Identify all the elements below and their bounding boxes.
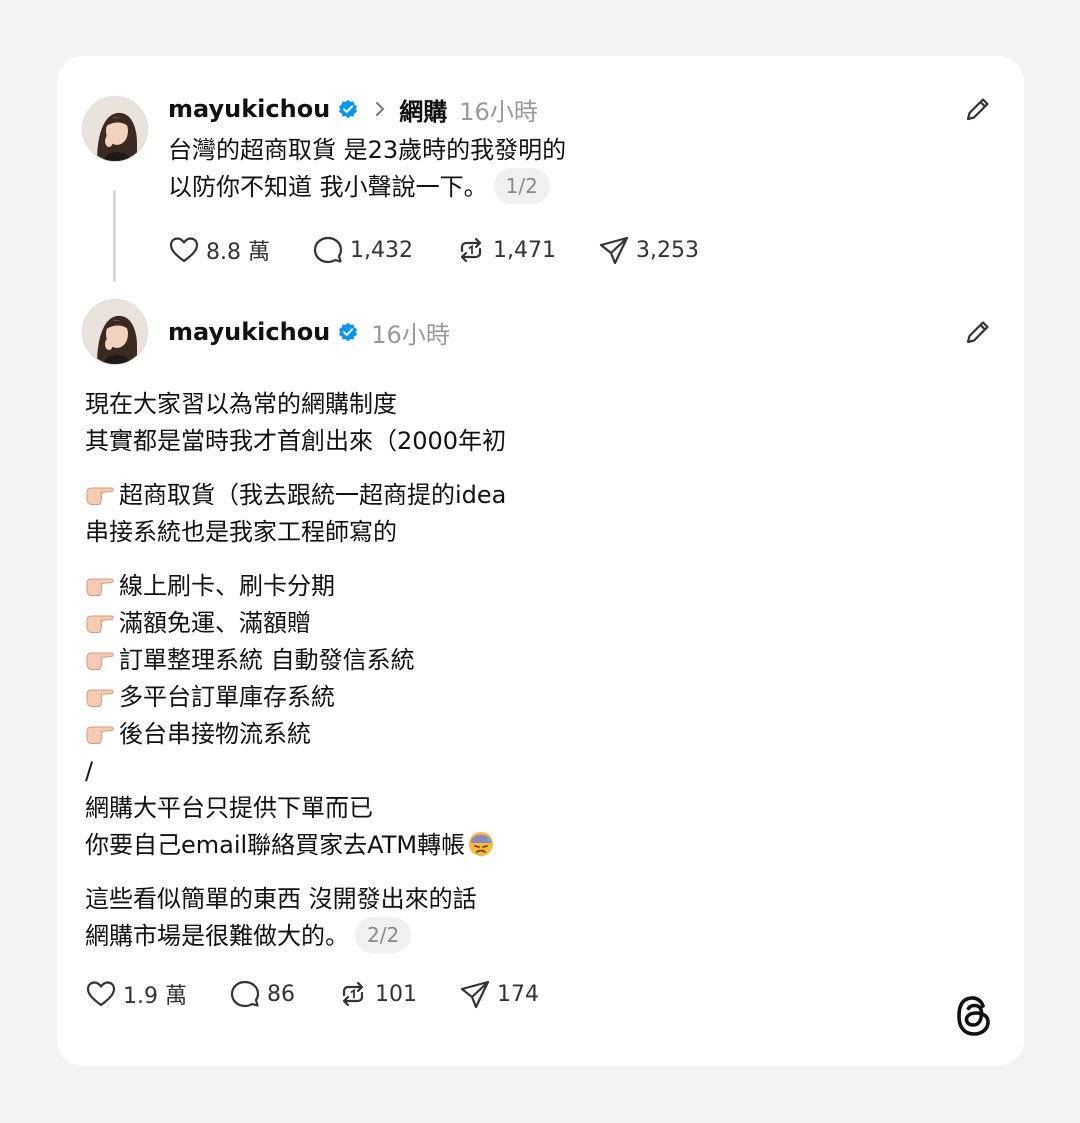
edit-icon[interactable]	[963, 94, 993, 124]
post1-actions: 8.8 萬 1,432 1,471 3,253	[168, 234, 741, 266]
share-button[interactable]: 3,253	[598, 234, 699, 266]
bullet-line: 訂單整理系統 自動發信系統	[85, 642, 506, 679]
bullet-text: 後台串接物流系統	[119, 720, 311, 748]
bullet-line: 超商取貨（我去跟統一超商提的idea	[85, 477, 506, 514]
page-badge: 1/2	[493, 168, 550, 204]
comment-count: 86	[266, 981, 295, 1007]
body-line: 你要自己email聯絡買家去ATM轉帳	[85, 831, 466, 859]
bullet-text: 超商取貨（我去跟統一超商提的idea	[119, 481, 507, 509]
body-line-with-badge: 網購市場是很難做大的。 2/2	[85, 917, 506, 955]
share-icon	[460, 980, 490, 1009]
pointing-hand-emoji	[86, 487, 114, 505]
pointing-hand-emoji	[86, 689, 114, 707]
verified-icon	[339, 99, 358, 119]
threads-logo	[957, 996, 990, 1036]
share-count: 174	[496, 981, 539, 1007]
avatar[interactable]	[82, 96, 148, 162]
edit-icon[interactable]	[963, 317, 993, 347]
pointing-hand-emoji	[86, 726, 114, 744]
post2-actions: 1.9 萬 86 101 174	[85, 978, 581, 1010]
post-time: 16小時	[371, 320, 450, 349]
like-count: 1.9 萬	[123, 984, 187, 1009]
post1-body: 台灣的超商取貨 是23歲時的我發明的 以防你不知道 我小聲說一下。 1/2	[168, 132, 566, 206]
pointing-hand-emoji	[86, 652, 114, 670]
post-time: 16小時	[459, 97, 538, 126]
body-line: /	[85, 757, 94, 785]
comment-count: 1,432	[349, 237, 413, 263]
body-line: 網購市場是很難做大的。	[85, 922, 349, 950]
comment-button[interactable]: 1,432	[312, 234, 413, 266]
bullet-text: 線上刷卡、刷卡分期	[119, 572, 335, 600]
body-line-with-badge: 以防你不知道 我小聲說一下。 1/2	[168, 168, 566, 206]
share-count: 3,253	[635, 237, 699, 263]
paragraph: 現在大家習以為常的網購制度 其實都是當時我才首創出來（2000年初	[85, 386, 506, 460]
repost-icon	[342, 981, 364, 1007]
comment-button[interactable]: 86	[229, 978, 295, 1010]
username[interactable]: mayukichou	[168, 318, 330, 346]
bullet-text: 訂單整理系統 自動發信系統	[119, 646, 415, 674]
like-button[interactable]: 8.8 萬	[168, 234, 270, 266]
bullet-text: 滿額免運、滿額贈	[119, 609, 311, 637]
paragraph: 這些看似簡單的東西 沒開發出來的話 網購市場是很難做大的。 2/2	[85, 881, 506, 955]
verified-icon	[339, 322, 358, 342]
comment-icon	[313, 236, 343, 264]
body-line: 現在大家習以為常的網購制度	[85, 390, 397, 418]
bullet-line: 線上刷卡、刷卡分期	[85, 568, 506, 605]
body-line: 以防你不知道 我小聲說一下。	[168, 173, 488, 201]
bullet-line: 多平台訂單庫存系統	[85, 679, 506, 716]
sweat-face-emoji	[469, 832, 494, 856]
thread-card: mayukichou 網購 16小時 台灣的超商取貨 是23歲時的我發明的 以防…	[57, 56, 1024, 1066]
bullet-line: 後台串接物流系統	[85, 716, 506, 753]
body-line: 串接系統也是我家工程師寫的	[85, 518, 397, 546]
post2-body: 現在大家習以為常的網購制度 其實都是當時我才首創出來（2000年初 超商取貨（我…	[85, 386, 506, 955]
like-button[interactable]: 1.9 萬	[85, 978, 187, 1010]
bullet-list: 線上刷卡、刷卡分期 滿額免運、滿額贈 訂單整理系統 自動發信系統 多平台訂單庫存…	[85, 568, 506, 864]
repost-count: 101	[374, 981, 417, 1007]
heart-icon	[169, 237, 199, 263]
body-line: 台灣的超商取貨 是23歲時的我發明的	[168, 136, 567, 164]
share-icon	[599, 236, 629, 265]
share-button[interactable]: 174	[459, 978, 539, 1010]
pointing-hand-emoji	[86, 578, 114, 596]
page-badge: 2/2	[355, 917, 412, 953]
chevron-right-icon	[373, 100, 391, 118]
body-line: 網購大平台只提供下單而已	[85, 794, 373, 822]
bullet-line: 滿額免運、滿額贈	[85, 605, 506, 642]
repost-icon	[460, 237, 482, 263]
like-count: 8.8 萬	[206, 240, 270, 265]
heart-icon	[86, 981, 116, 1007]
post1-header: mayukichou 網購 16小時	[168, 90, 538, 128]
comment-icon	[230, 980, 260, 1008]
post2-header: mayukichou 16小時	[168, 313, 450, 351]
body-line: 這些看似簡單的東西 沒開發出來的話	[85, 885, 477, 913]
repost-button[interactable]: 101	[337, 978, 417, 1010]
body-line-with-emoji: 你要自己email聯絡買家去ATM轉帳	[85, 827, 506, 864]
paragraph: 超商取貨（我去跟統一超商提的idea 串接系統也是我家工程師寫的	[85, 477, 506, 551]
repost-button[interactable]: 1,471	[455, 234, 556, 266]
repost-count: 1,471	[492, 237, 556, 263]
username[interactable]: mayukichou	[168, 95, 330, 123]
bullet-text: 多平台訂單庫存系統	[119, 683, 335, 711]
avatar[interactable]	[82, 299, 148, 365]
topic-tag[interactable]: 網購	[399, 92, 447, 127]
pointing-hand-emoji	[86, 615, 114, 633]
body-line: 其實都是當時我才首創出來（2000年初	[85, 427, 507, 455]
thread-connector-line	[113, 190, 116, 282]
